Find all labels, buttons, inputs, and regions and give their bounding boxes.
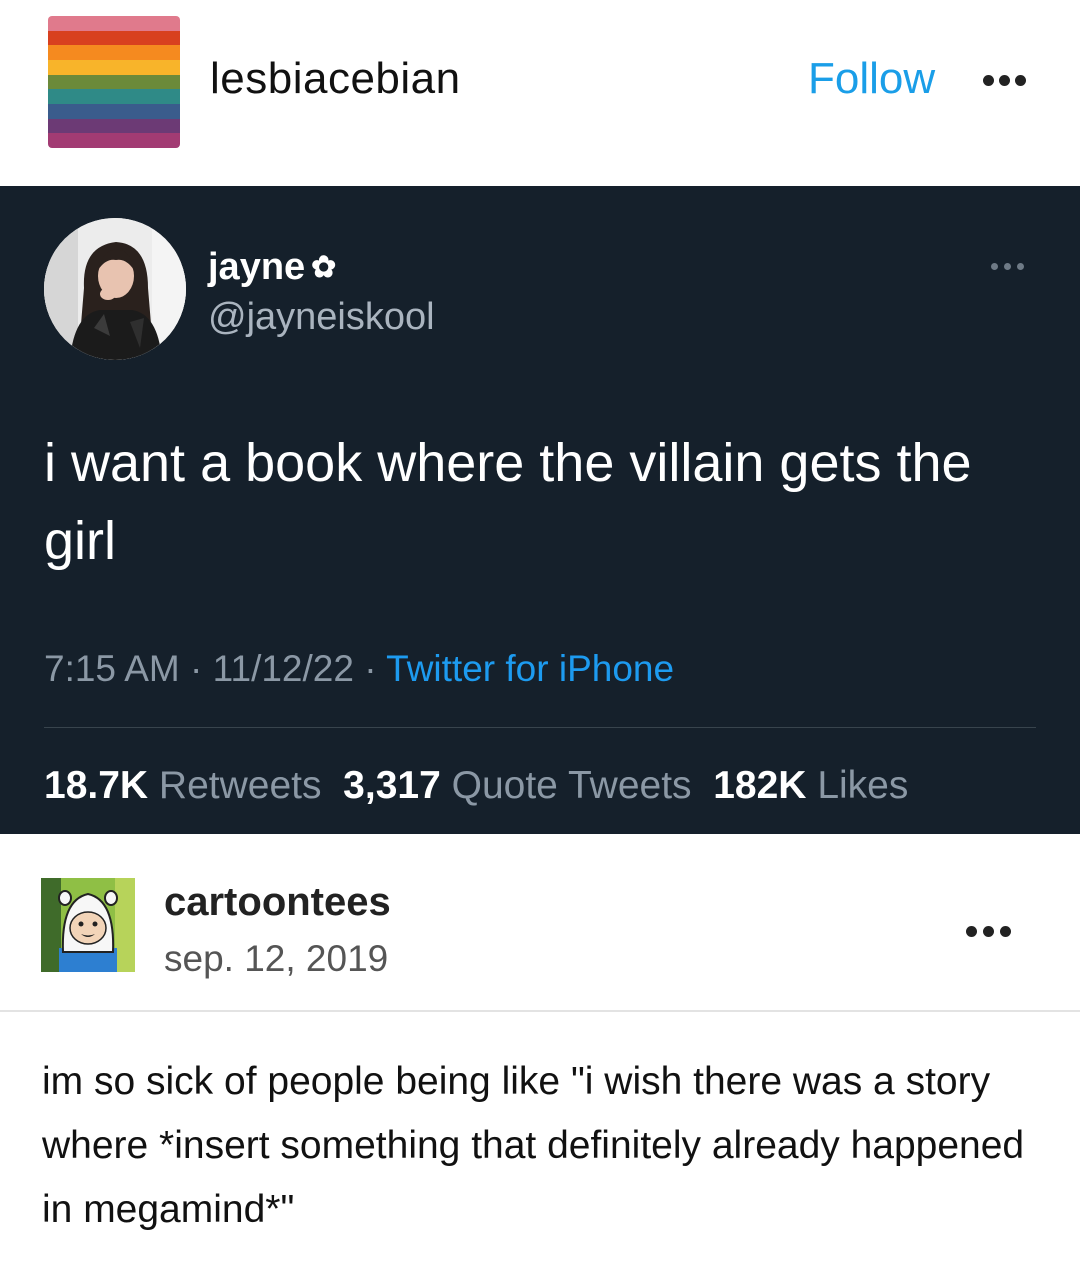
divider bbox=[0, 1010, 1080, 1012]
avatar-stripe bbox=[48, 30, 180, 46]
tweet-meta: 7:15 AM · 11/12/22 · Twitter for iPhone bbox=[44, 648, 674, 690]
reblog-post: cartoontees sep. 12, 2019 im so sick of … bbox=[0, 834, 1080, 1288]
avatar-stripe bbox=[48, 133, 180, 148]
avatar-stripe bbox=[48, 60, 180, 75]
meta-separator: · bbox=[179, 648, 213, 689]
display-name-text: jayne bbox=[208, 246, 306, 288]
quote-tweets-count[interactable]: 3,317 bbox=[343, 764, 441, 807]
tweet-date: 11/12/22 bbox=[212, 648, 354, 689]
follow-button[interactable]: Follow bbox=[808, 54, 935, 104]
avatar-stripe bbox=[48, 74, 180, 90]
quote-tweets-label[interactable]: Quote Tweets bbox=[452, 764, 692, 807]
retweets-label[interactable]: Retweets bbox=[159, 764, 322, 807]
likes-label[interactable]: Likes bbox=[817, 764, 908, 807]
more-options-icon[interactable] bbox=[983, 75, 1026, 86]
avatar-stripe bbox=[48, 104, 180, 119]
retweets-count[interactable]: 18.7K bbox=[44, 764, 148, 807]
avatar-stripe bbox=[48, 89, 180, 105]
avatar-stripe bbox=[48, 45, 180, 61]
meta-separator: · bbox=[353, 648, 387, 689]
flower-icon: ✿ bbox=[311, 250, 337, 284]
blog-avatar[interactable] bbox=[48, 16, 180, 148]
divider bbox=[44, 727, 1036, 728]
likes-count[interactable]: 182K bbox=[713, 764, 806, 807]
tweet-card: jayne ✿ @jayneiskool i want a book where… bbox=[0, 186, 1080, 834]
reblog-blog-name[interactable]: cartoontees bbox=[164, 880, 391, 925]
tweet-text: i want a book where the villain gets the… bbox=[44, 433, 972, 571]
reblog-avatar[interactable] bbox=[41, 878, 135, 972]
tweet-avatar bbox=[44, 218, 186, 360]
tweet-stats: 18.7K Retweets 3,317 Quote Tweets 182K L… bbox=[44, 764, 908, 808]
tweet-time: 7:15 AM bbox=[44, 648, 180, 689]
reblog-text: im so sick of people being like "i wish … bbox=[42, 1060, 1025, 1231]
post-header: lesbiacebian Follow bbox=[0, 0, 1080, 186]
tweet-display-name[interactable]: jayne ✿ bbox=[208, 246, 336, 289]
avatar-stripe bbox=[48, 118, 180, 134]
avatar-stripe bbox=[48, 16, 180, 31]
blog-name[interactable]: lesbiacebian bbox=[210, 54, 461, 104]
tweet-source-link[interactable]: Twitter for iPhone bbox=[386, 648, 674, 689]
tweet-handle[interactable]: @jayneiskool bbox=[208, 296, 435, 339]
tweet-more-icon[interactable] bbox=[991, 263, 1024, 270]
reblog-more-icon[interactable] bbox=[966, 926, 1011, 937]
reblog-date: sep. 12, 2019 bbox=[164, 938, 389, 979]
